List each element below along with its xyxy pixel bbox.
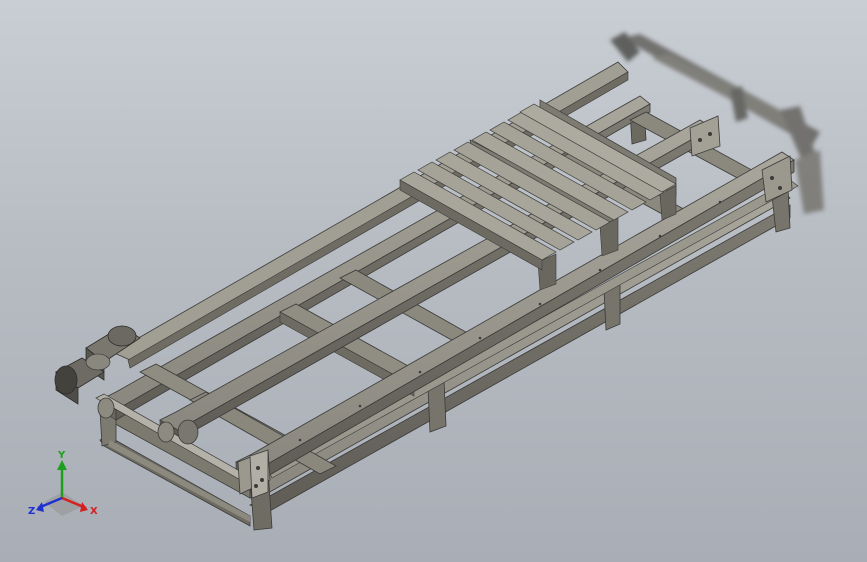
orientation-triad: Y X Z — [22, 448, 104, 522]
y-axis-label: Y — [57, 450, 66, 461]
x-axis-label: X — [90, 506, 98, 517]
z-axis-label: Z — [28, 506, 35, 517]
triad-y-axis — [57, 460, 67, 498]
conveyor-model[interactable] — [0, 0, 867, 562]
graphics-viewport[interactable]: Y X Z — [0, 0, 867, 562]
